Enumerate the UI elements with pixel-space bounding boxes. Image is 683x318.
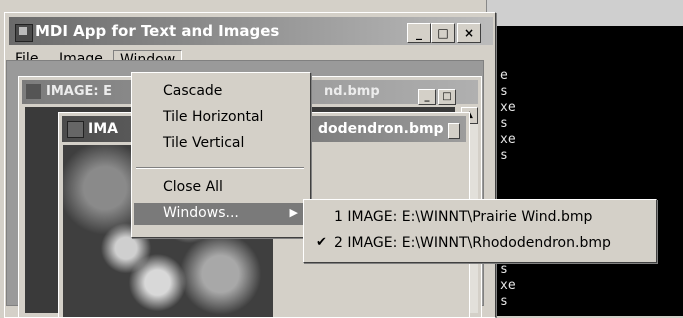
menu-item-label: Cascade xyxy=(163,83,223,99)
document-icon[interactable] xyxy=(67,121,84,138)
menu-item-cascade[interactable]: Cascade xyxy=(134,81,306,103)
menu-item-label: Tile Horizontal xyxy=(163,109,264,125)
child-maximize-button[interactable]: □ xyxy=(438,89,456,105)
check-icon: ✔ xyxy=(316,235,327,250)
menu-item-label: Close All xyxy=(163,179,223,195)
console-line: s xyxy=(500,148,508,163)
console-line: xe xyxy=(500,278,516,293)
submenu-arrow-icon: ▶ xyxy=(289,206,298,219)
maximize-button[interactable]: □ xyxy=(431,23,455,43)
console-line: xe xyxy=(500,132,516,147)
console-output-top: e s xe s xe s xyxy=(500,68,516,164)
window-list-item-2[interactable]: ✔ 2 IMAGE: E:\WINNT\Rhododendron.bmp xyxy=(306,232,652,256)
app-title: MDI App for Text and Images xyxy=(35,22,280,40)
close-button[interactable]: × xyxy=(457,23,481,43)
menu-separator xyxy=(136,167,304,169)
child-title-right: dodendron.bmp xyxy=(318,121,444,137)
console-output-bottom: s xe s xyxy=(500,262,516,310)
console-line: s xyxy=(500,84,508,99)
console-line: e xyxy=(500,68,508,83)
console-line: s xyxy=(500,116,508,131)
child-caption-buttons: _ □ xyxy=(416,84,456,105)
console-titlebar xyxy=(486,0,683,26)
menu-item-tile-horizontal[interactable]: Tile Horizontal xyxy=(134,107,306,129)
console-line: xe xyxy=(500,100,516,115)
window-list-label: 1 IMAGE: E:\WINNT\Prairie Wind.bmp xyxy=(334,209,593,225)
document-icon[interactable] xyxy=(26,84,41,99)
menu-item-windows[interactable]: Windows... ▶ xyxy=(134,203,306,225)
child-title: IMAGE: E nd.bmp xyxy=(46,84,380,99)
console-line: s xyxy=(500,294,508,309)
window-list-item-1[interactable]: 1 IMAGE: E:\WINNT\Prairie Wind.bmp xyxy=(306,206,652,230)
console-line: s xyxy=(500,262,508,277)
menu-item-label: Tile Vertical xyxy=(163,135,245,151)
menu-item-tile-vertical[interactable]: Tile Vertical xyxy=(134,133,306,155)
child-minimize-button[interactable]: _ xyxy=(418,89,436,105)
window-menu-dropdown: Cascade Tile Horizontal Tile Vertical Cl… xyxy=(131,72,311,238)
child-minimize-button[interactable] xyxy=(448,123,460,139)
app-icon[interactable] xyxy=(15,24,33,42)
app-titlebar[interactable]: MDI App for Text and Images _ □ × xyxy=(9,17,493,45)
windows-submenu: 1 IMAGE: E:\WINNT\Prairie Wind.bmp ✔ 2 I… xyxy=(303,199,657,263)
menu-item-label: Windows... xyxy=(163,205,239,221)
minimize-button[interactable]: _ xyxy=(407,23,431,43)
child-title-left: IMAGE: E xyxy=(46,84,112,99)
child-title: IMA dodendron.bmp xyxy=(88,121,444,137)
child-title-left: IMA xyxy=(88,121,118,137)
menu-item-close-all[interactable]: Close All xyxy=(134,177,306,199)
window-list-label: 2 IMAGE: E:\WINNT\Rhododendron.bmp xyxy=(334,235,611,251)
child-title-right: nd.bmp xyxy=(324,84,380,99)
